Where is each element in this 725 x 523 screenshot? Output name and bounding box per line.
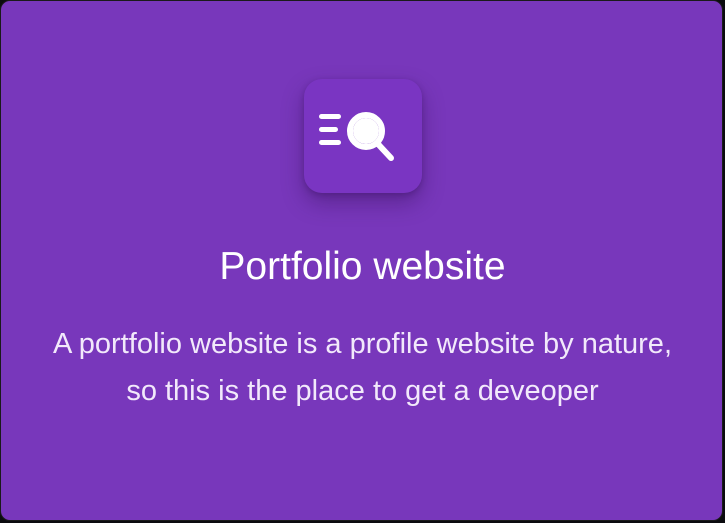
- icon-tile: [304, 79, 422, 193]
- service-card: Portfolio website A portfolio website is…: [0, 0, 723, 521]
- card-description: A portfolio website is a profile website…: [53, 328, 672, 407]
- card-title: Portfolio website: [219, 245, 506, 288]
- search-list-icon: [319, 112, 394, 161]
